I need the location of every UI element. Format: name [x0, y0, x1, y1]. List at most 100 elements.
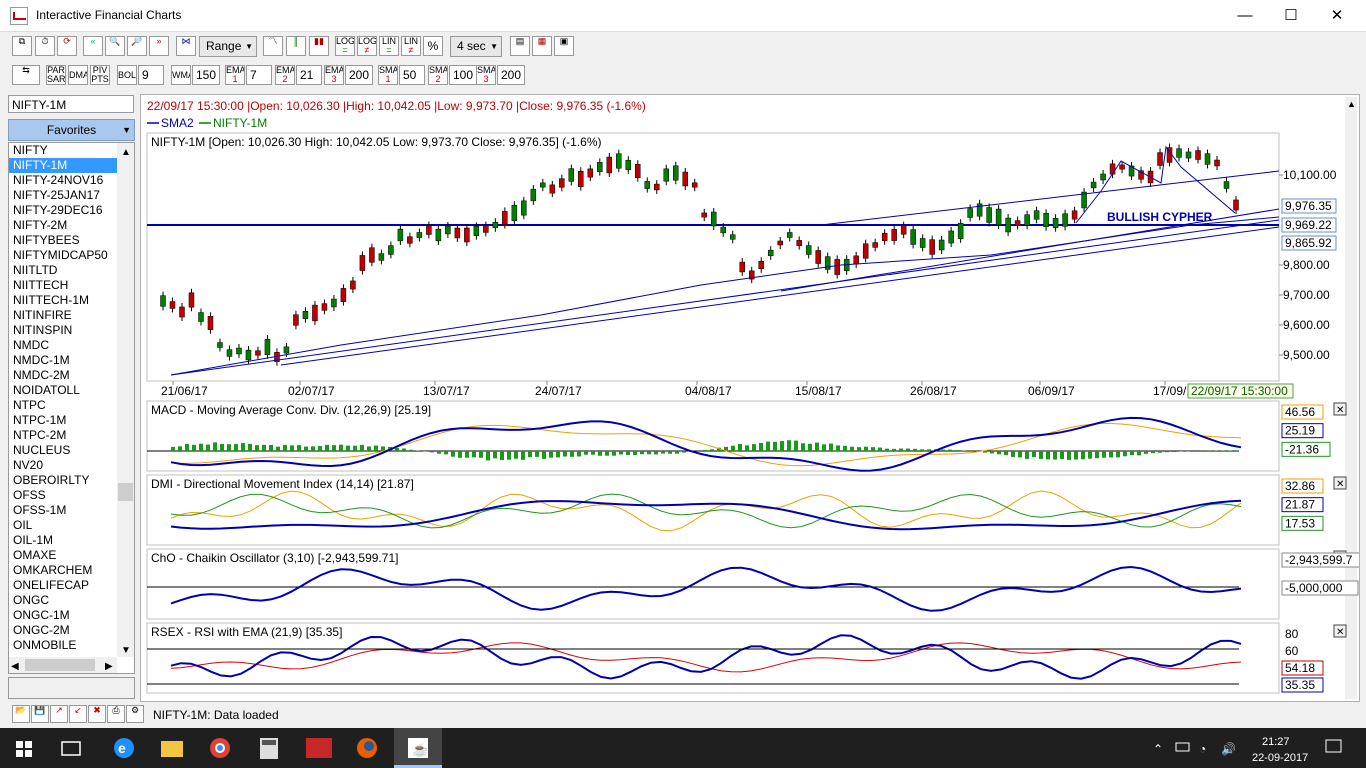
symbol-list-item[interactable]: NIFTY-25JAN17 [9, 188, 134, 203]
symbol-list-item[interactable]: NIFTY-24NOV16 [9, 173, 134, 188]
log-scale-alt-button[interactable]: LOG ≠ [357, 36, 377, 56]
percent-button[interactable]: % [423, 36, 443, 56]
import-icon[interactable]: ↙ [69, 705, 87, 723]
tray-chevron-icon[interactable]: ⌃ [1153, 742, 1163, 756]
ema1-button[interactable]: EMA 1 [225, 65, 245, 85]
ema2-button[interactable]: EMA 2 [275, 65, 295, 85]
symbol-list-item[interactable]: OMKARCHEM [9, 563, 134, 578]
symbol-list-item[interactable]: NIITLTD [9, 263, 134, 278]
par-sar-button[interactable]: PAR SAR [46, 65, 66, 85]
symbol-list-item[interactable]: ONELIFECAP [9, 578, 134, 593]
symbol-list-hscroll[interactable]: ◀ ▶ [9, 657, 117, 673]
favorites-dropdown[interactable]: Favorites ▼ [8, 119, 135, 141]
symbol-input[interactable]: NIFTY-1M [8, 95, 134, 113]
scroll-down-icon[interactable]: ▼ [121, 645, 131, 656]
settings-icon[interactable]: ⚙ [126, 705, 144, 723]
lin-scale-alt-button[interactable]: LIN ≠ [401, 36, 421, 56]
java-icon[interactable]: ☕ [408, 738, 428, 758]
scroll-right-icon[interactable]: » [149, 36, 169, 56]
symbol-list-item[interactable]: ONGC-2M [9, 623, 134, 638]
symbol-list-item[interactable]: NMDC-1M [9, 353, 134, 368]
sma1-input[interactable]: 50 [399, 65, 425, 85]
symbol-list-item[interactable]: OMAXE [9, 548, 134, 563]
save-icon[interactable]: 💾 [31, 705, 49, 723]
bar-chart-icon[interactable]: ║ [286, 36, 306, 56]
layout-icon[interactable]: ▣ [554, 36, 574, 56]
symbol-list-item[interactable]: OIL-1M [9, 533, 134, 548]
symbol-list-item[interactable]: NTPC-1M [9, 413, 134, 428]
bol-button[interactable]: BOL [117, 65, 137, 85]
minimize-button[interactable]: — [1222, 0, 1268, 31]
new-window-icon[interactable]: ⧉ [12, 36, 32, 56]
symbol-list-item[interactable]: ONMOBILE [9, 638, 134, 653]
wifi-icon[interactable]: ◔ [1199, 742, 1206, 756]
ema3-input[interactable]: 200 [345, 65, 373, 85]
symbol-list-item[interactable]: NITINSPIN [9, 323, 134, 338]
symbol-list-item[interactable]: NIFTYMIDCAP50 [9, 248, 134, 263]
export-icon[interactable]: ↗ [50, 705, 68, 723]
hscroll-thumb[interactable] [25, 659, 95, 671]
symbol-list-item[interactable]: NITINFIRE [9, 308, 134, 323]
symbol-list-item[interactable]: NTPC [9, 398, 134, 413]
scroll-thumb[interactable] [118, 483, 133, 501]
sma3-button[interactable]: SMA 3 [476, 65, 496, 85]
firefox-icon[interactable] [357, 738, 377, 758]
clock-time[interactable]: 21:27 [1262, 736, 1290, 748]
symbol-list-item[interactable]: ONGC [9, 593, 134, 608]
task-view-icon[interactable] [61, 741, 81, 756]
sma1-button[interactable]: SMA 1 [378, 65, 398, 85]
symbol-list-item[interactable]: NV20 [9, 458, 134, 473]
symbol-list-item[interactable]: OBEROIRLTY [9, 473, 134, 488]
chart-canvas[interactable]: 22/09/17 15:30:00 |Open: 10,026.30 |High… [141, 95, 1359, 701]
ema1-input[interactable]: 7 [246, 65, 272, 85]
wma-button[interactable]: WMA [171, 65, 191, 85]
close-icon[interactable]: ✕ [1336, 479, 1344, 490]
scroll-right-icon[interactable]: ▶ [105, 661, 113, 672]
calculator-icon[interactable] [260, 738, 278, 759]
interval-select[interactable]: 4 sec ▼ [450, 36, 502, 57]
ema2-input[interactable]: 21 [296, 65, 322, 85]
sma2-button[interactable]: SMA 2 [428, 65, 448, 85]
print-icon[interactable]: ⎙ [107, 705, 125, 723]
chrome-icon[interactable] [210, 738, 230, 758]
symbol-list-item[interactable]: NIFTY-1M [9, 158, 134, 173]
symbol-list-item[interactable]: OFSS-1M [9, 503, 134, 518]
range-select[interactable]: Range ▼ [199, 36, 257, 57]
timer-icon[interactable]: ⏱ [35, 36, 55, 56]
symbol-list-item[interactable]: NIFTY [9, 143, 134, 158]
open-icon[interactable]: 📂 [12, 705, 30, 723]
symbol-list-vscroll[interactable]: ▲ ▼ [117, 143, 134, 657]
symbol-list-item[interactable]: OIL [9, 518, 134, 533]
chaikin-panel[interactable]: ChO - Chaikin Oscillator (3,10) [-2,943,… [146, 548, 1359, 620]
delete-icon[interactable]: ✖ [88, 705, 106, 723]
symbol-list-item[interactable]: NMDC-2M [9, 368, 134, 383]
scroll-up-icon[interactable]: ▲ [1347, 99, 1356, 109]
symbol-list-item[interactable]: NMDC [9, 338, 134, 353]
bol-input[interactable]: 9 [138, 65, 164, 85]
ema3-button[interactable]: EMA 3 [324, 65, 344, 85]
scroll-up-icon[interactable]: ▲ [121, 147, 131, 158]
chart-overlay-icon[interactable]: ⇆ [12, 65, 40, 85]
zoom-out-icon[interactable]: 🔎 [127, 36, 147, 56]
dma-button[interactable]: DMA [68, 65, 88, 85]
volume-icon[interactable]: 🔊 [1221, 741, 1236, 756]
chart-vscroll[interactable] [1345, 97, 1357, 699]
symbol-list-item[interactable]: NOIDATOLL [9, 383, 134, 398]
symbol-list-item[interactable]: NIFTYBEES [9, 233, 134, 248]
clock-date[interactable]: 22-09-2017 [1252, 752, 1308, 764]
line-chart-icon[interactable]: 〽 [263, 36, 283, 56]
symbol-list-item[interactable]: NIFTY-29DEC16 [9, 203, 134, 218]
edge-icon[interactable]: e [114, 738, 134, 758]
scroll-left-icon[interactable]: ◀ [11, 661, 19, 672]
close-button[interactable]: ✕ [1314, 0, 1360, 31]
candlestick-icon[interactable]: ▮▮ [309, 36, 329, 56]
pivot-points-button[interactable]: PIV PTS [90, 65, 110, 85]
scroll-left-icon[interactable]: « [83, 36, 103, 56]
zoom-in-icon[interactable]: 🔍 [105, 36, 125, 56]
app-red-icon[interactable] [306, 738, 332, 758]
maximize-button[interactable]: ☐ [1268, 0, 1314, 31]
symbol-list-item[interactable]: NTPC-2M [9, 428, 134, 443]
close-icon[interactable]: ✕ [1336, 405, 1344, 416]
macd-panel[interactable]: MACD - Moving Average Conv. Div. (12,26,… [146, 400, 1347, 472]
color-settings-icon[interactable]: ▦ [532, 36, 552, 56]
